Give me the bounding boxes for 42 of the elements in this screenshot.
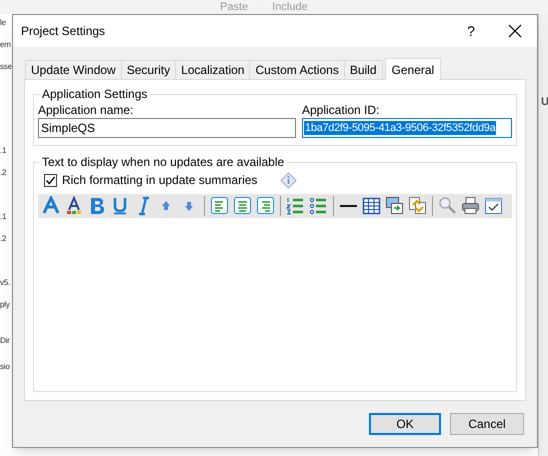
background-text: ply: [0, 300, 11, 310]
input-field[interactable]: SimpleQS: [38, 118, 296, 138]
background-text: sse: [0, 62, 12, 72]
link-icon[interactable]: [408, 196, 427, 216]
background-text: v5.: [0, 278, 12, 288]
font-icon[interactable]: [42, 196, 61, 216]
tab[interactable]: Build: [344, 60, 383, 79]
align-center-icon[interactable]: [233, 196, 252, 216]
dialog-button[interactable]: OK: [369, 413, 441, 435]
info-icon[interactable]: [280, 172, 298, 188]
align-left-icon[interactable]: [210, 196, 229, 216]
bullet-list-icon[interactable]: [309, 196, 328, 216]
background-text: .2: [0, 168, 8, 178]
group-title: Text to display when no updates are available: [40, 155, 286, 169]
background-text: .1: [0, 212, 8, 222]
table-icon[interactable]: [362, 196, 381, 216]
background-text: U: [541, 95, 548, 110]
bold-icon[interactable]: [88, 196, 107, 216]
window-title: Project Settings: [21, 23, 106, 40]
input-field[interactable]: 1ba7d2f9-5095-41a3-9506-32f5352fdd9a: [302, 118, 512, 138]
group-title: Application Settings: [40, 87, 150, 101]
field-label: Application name:: [38, 103, 134, 118]
tab[interactable]: General: [384, 58, 442, 80]
dialog-button[interactable]: Cancel: [450, 413, 524, 435]
tab[interactable]: Security: [120, 60, 176, 79]
checklist-icon[interactable]: [484, 196, 503, 216]
background-text: le: [0, 18, 7, 28]
background-text: .1: [0, 146, 8, 156]
image-icon[interactable]: [385, 196, 404, 216]
checkbox[interactable]: [44, 174, 57, 186]
numbered-list-icon[interactable]: [286, 196, 305, 216]
background-text: em: [0, 40, 12, 50]
font-color-icon[interactable]: [65, 196, 84, 216]
background-text: sio: [0, 362, 11, 372]
align-right-icon[interactable]: [256, 196, 275, 216]
printer-icon[interactable]: [461, 196, 480, 216]
tab[interactable]: Update Window: [25, 60, 122, 79]
help-button[interactable]: ?: [449, 16, 493, 46]
background-text: Dir: [0, 336, 11, 346]
checkbox-label: Rich formatting in update summaries: [62, 172, 258, 189]
field-label: Application ID:: [302, 103, 380, 118]
background-text: .2: [0, 234, 8, 244]
